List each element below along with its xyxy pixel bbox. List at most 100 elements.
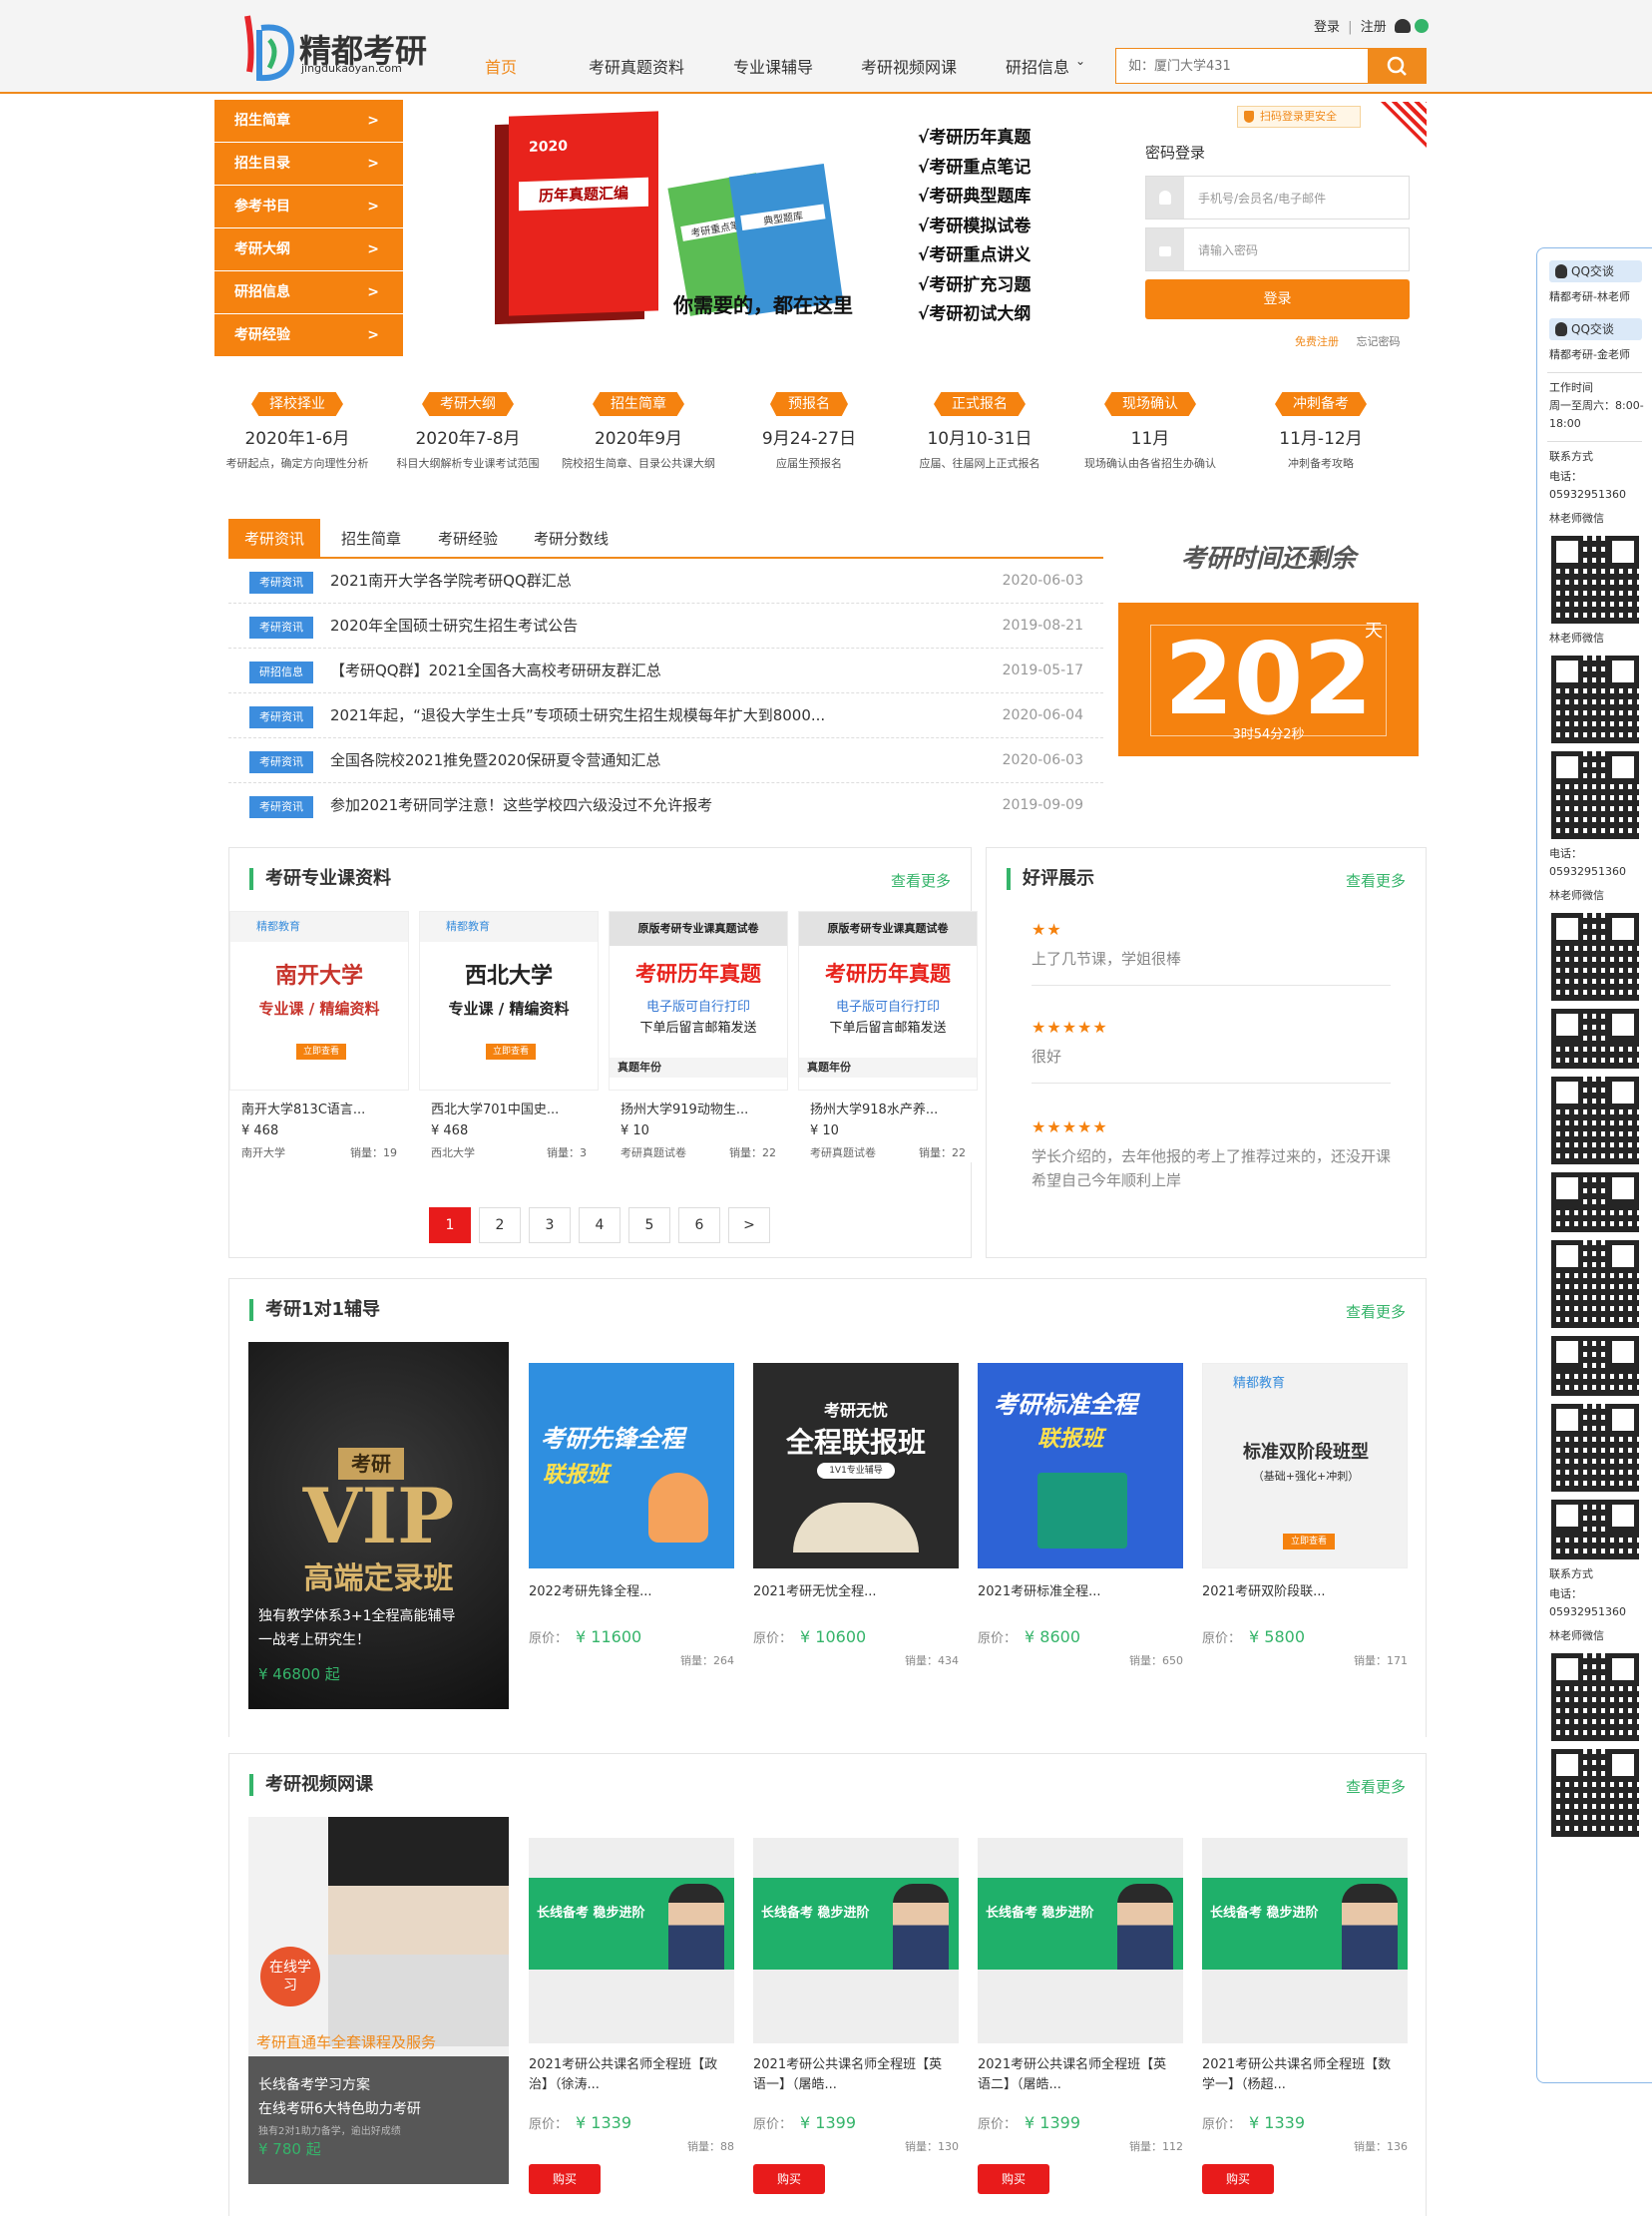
- timeline-item[interactable]: 冲刺备考 11月-12月 冲刺备考攻略: [1241, 392, 1401, 473]
- video-feature[interactable]: 在线学习 考研直通车全套课程及服务 长线备考学习方案 在线考研6大特色助力考研 …: [248, 1817, 509, 2184]
- user-icon[interactable]: [1394, 19, 1411, 33]
- video-card[interactable]: 长线备考 稳步进阶 2021考研公共课名师全程班【英 语二】（屠皓... 原价： ¥…: [978, 1838, 1183, 2194]
- buy-button[interactable]: 购买: [978, 2164, 1049, 2194]
- course-image[interactable]: 考研标准全程 联报班: [978, 1363, 1183, 1568]
- news-row[interactable]: 考研资讯 参加2021考研同学注意！这些学校四六级没过不允许报考 2019-09-0…: [228, 783, 1103, 828]
- page-button[interactable]: 1: [429, 1207, 471, 1243]
- news-title[interactable]: 2021南开大学各学院考研QQ群汇总: [330, 570, 572, 591]
- free-register-link[interactable]: 免费注册: [1295, 335, 1339, 348]
- course-name[interactable]: 2022考研先锋全程...: [529, 1580, 734, 1599]
- page-button[interactable]: 4: [579, 1207, 620, 1243]
- page-button[interactable]: 2: [479, 1207, 521, 1243]
- menu-item-admission-info[interactable]: 研招信息 >: [214, 271, 403, 313]
- weixin-icon[interactable]: [1415, 19, 1429, 33]
- course-image[interactable]: 考研先锋全程 联报班: [529, 1363, 734, 1568]
- course-image[interactable]: 精都教育 标准双阶段班型 （基础+强化+冲刺） 立即查看: [1202, 1363, 1408, 1568]
- nav-admission-info[interactable]: 研招信息: [1006, 54, 1069, 78]
- news-title[interactable]: 2021年起，“退役大学生士兵”专项硕士研究生招生规模每年扩大到8000...: [330, 704, 825, 725]
- video-image[interactable]: 长线备考 稳步进阶: [529, 1838, 734, 2043]
- course-name[interactable]: 2021考研双阶段联...: [1202, 1580, 1408, 1599]
- hero-banner[interactable]: 2020 历年真题汇编 考研重点笔记 典型题库 √考研历年真题 √考研重点笔记 …: [439, 100, 1097, 339]
- view-more-link[interactable]: 查看更多: [1346, 870, 1406, 891]
- course-card[interactable]: 考研先锋全程 联报班 2022考研先锋全程... 原价： ¥ 11600 销量：2…: [529, 1363, 734, 1668]
- nav-past-papers[interactable]: 考研真题资料: [589, 54, 684, 78]
- qr-corner-icon[interactable]: [1381, 102, 1427, 148]
- menu-item-reference-books[interactable]: 参考书目 >: [214, 186, 403, 227]
- menu-item-enrollment-catalog[interactable]: 招生目录 >: [214, 143, 403, 185]
- product-image[interactable]: 精都教育 西北大学 专业课 / 精编资料 立即查看: [419, 911, 599, 1091]
- product-image[interactable]: 精都教育 南开大学 专业课 / 精编资料 立即查看: [229, 911, 409, 1091]
- menu-item-exam-experience[interactable]: 考研经验 >: [214, 314, 403, 356]
- view-more-link[interactable]: 查看更多: [1346, 1776, 1406, 1797]
- news-title[interactable]: 2020年全国硕士研究生招生考试公告: [330, 615, 578, 636]
- video-image[interactable]: 长线备考 稳步进阶: [978, 1838, 1183, 2043]
- product-name[interactable]: 南开大学813C语言...: [241, 1099, 397, 1117]
- qq-chat-button[interactable]: QQ交谈: [1549, 318, 1642, 340]
- news-row[interactable]: 考研资讯 全国各院校2021推免暨2020保研夏令营通知汇总 2020-06-03: [228, 738, 1103, 783]
- course-image[interactable]: 考研无忧 全程联报班 1V1专业辅导: [753, 1363, 959, 1568]
- news-row[interactable]: 研招信息 【考研QQ群】2021全国各大高校考研研友群汇总 2019-05-17: [228, 649, 1103, 693]
- product-card[interactable]: 原版考研专业课真题试卷 考研历年真题 电子版可自行打印 下单后留言邮箱发送 真题…: [609, 911, 788, 1162]
- buy-button[interactable]: 购买: [529, 2164, 601, 2194]
- news-title[interactable]: 全国各院校2021推免暨2020保研夏令营通知汇总: [330, 749, 660, 770]
- menu-item-enrollment-guide[interactable]: 招生简章 >: [214, 100, 403, 142]
- news-row[interactable]: 考研资讯 2021年起，“退役大学生士兵”专项硕士研究生招生规模每年扩大到8000…: [228, 693, 1103, 738]
- page-button[interactable]: 5: [628, 1207, 670, 1243]
- product-name[interactable]: 扬州大学918水产养...: [810, 1099, 966, 1117]
- news-row[interactable]: 考研资讯 2020年全国硕士研究生招生考试公告 2019-08-21: [228, 604, 1103, 649]
- video-name[interactable]: 2021考研公共课名师全程班【英 语二】（屠皓...: [978, 2055, 1183, 2095]
- nav-home[interactable]: 首页: [485, 54, 517, 78]
- news-title[interactable]: 【考研QQ群】2021全国各大高校考研研友群汇总: [330, 660, 661, 680]
- product-card[interactable]: 精都教育 南开大学 专业课 / 精编资料 立即查看 南开大学813C语言... …: [229, 911, 409, 1162]
- timeline-item[interactable]: 择校择业 2020年1-6月 考研起点，确定方向理性分析: [217, 392, 377, 473]
- forgot-password-link[interactable]: 忘记密码: [1357, 335, 1401, 348]
- nav-video-courses[interactable]: 考研视频网课: [861, 54, 957, 78]
- video-card[interactable]: 长线备考 稳步进阶 2021考研公共课名师全程班【英 语一】（屠皓... 原价： ¥…: [753, 1838, 959, 2194]
- video-name[interactable]: 2021考研公共课名师全程班【政 治】（徐涛...: [529, 2055, 734, 2095]
- tab-score-lines[interactable]: 考研分数线: [518, 519, 624, 559]
- video-name[interactable]: 2021考研公共课名师全程班【数 学一】（杨超...: [1202, 2055, 1408, 2095]
- timeline-item[interactable]: 考研大纲 2020年7-8月 科目大纲解析专业课考试范围: [388, 392, 548, 473]
- view-more-link[interactable]: 查看更多: [891, 870, 951, 891]
- page-button[interactable]: 6: [678, 1207, 720, 1243]
- register-link[interactable]: 注册: [1361, 20, 1387, 35]
- product-image[interactable]: 原版考研专业课真题试卷 考研历年真题 电子版可自行打印 下单后留言邮箱发送 真题…: [609, 911, 788, 1091]
- video-image[interactable]: 长线备考 稳步进阶: [1202, 1838, 1408, 2043]
- tab-news[interactable]: 考研资讯: [228, 519, 321, 559]
- course-card[interactable]: 考研标准全程 联报班 2021考研标准全程... 原价： ¥ 8600 销量：65…: [978, 1363, 1183, 1668]
- nav-tutoring[interactable]: 专业课辅导: [733, 54, 813, 78]
- product-card[interactable]: 原版考研专业课真题试卷 考研历年真题 电子版可自行打印 下单后留言邮箱发送 真题…: [798, 911, 978, 1162]
- view-more-link[interactable]: 查看更多: [1346, 1301, 1406, 1322]
- login-link[interactable]: 登录: [1314, 20, 1340, 35]
- product-card[interactable]: 精都教育 西北大学 专业课 / 精编资料 立即查看 西北大学701中国史... …: [419, 911, 599, 1162]
- video-card[interactable]: 长线备考 稳步进阶 2021考研公共课名师全程班【数 学一】（杨超... 原价： ¥…: [1202, 1838, 1408, 2194]
- product-image[interactable]: 原版考研专业课真题试卷 考研历年真题 电子版可自行打印 下单后留言邮箱发送 真题…: [798, 911, 978, 1091]
- video-card[interactable]: 长线备考 稳步进阶 2021考研公共课名师全程班【政 治】（徐涛... 原价： ¥ …: [529, 1838, 734, 2194]
- news-row[interactable]: 考研资讯 2021南开大学各学院考研QQ群汇总 2020-06-03: [228, 559, 1103, 604]
- tab-experience[interactable]: 考研经验: [422, 519, 514, 559]
- buy-button[interactable]: 购买: [753, 2164, 825, 2194]
- menu-item-exam-syllabus[interactable]: 考研大纲 >: [214, 228, 403, 270]
- search-button[interactable]: [1368, 49, 1426, 83]
- username-field[interactable]: 手机号/会员名/电子邮件: [1145, 176, 1410, 220]
- news-title[interactable]: 参加2021考研同学注意！这些学校四六级没过不允许报考: [330, 794, 712, 815]
- course-card[interactable]: 精都教育 标准双阶段班型 （基础+强化+冲刺） 立即查看 2021考研双阶段联.…: [1202, 1363, 1408, 1668]
- next-page-button[interactable]: >: [728, 1207, 770, 1243]
- password-field[interactable]: 请输入密码: [1145, 227, 1410, 271]
- vip-feature[interactable]: 考研 VIP 高端定录班 独有教学体系3+1全程高能辅导 一战考上研究生！ ¥ …: [248, 1342, 509, 1709]
- course-name[interactable]: 2021考研标准全程...: [978, 1580, 1183, 1599]
- timeline-item[interactable]: 招生简章 2020年9月 院校招生简章、目录公共课大纲: [559, 392, 718, 473]
- search-input[interactable]: [1116, 49, 1366, 83]
- tab-enrollment-guide[interactable]: 招生简章: [325, 519, 417, 559]
- course-name[interactable]: 2021考研无忧全程...: [753, 1580, 959, 1599]
- product-name[interactable]: 西北大学701中国史...: [431, 1099, 587, 1117]
- login-button[interactable]: 登录: [1145, 279, 1410, 319]
- buy-button[interactable]: 购买: [1202, 2164, 1274, 2194]
- video-image[interactable]: 长线备考 稳步进阶: [753, 1838, 959, 2043]
- timeline-item[interactable]: 现场确认 11月 现场确认由各省招生办确认: [1070, 392, 1230, 473]
- product-name[interactable]: 扬州大学919动物生...: [620, 1099, 776, 1117]
- timeline-item[interactable]: 正式报名 10月10-31日 应届、往届网上正式报名: [900, 392, 1059, 473]
- video-name[interactable]: 2021考研公共课名师全程班【英 语一】（屠皓...: [753, 2055, 959, 2095]
- logo-icon[interactable]: [239, 10, 295, 88]
- scan-login-tip[interactable]: 扫码登录更安全: [1237, 106, 1361, 128]
